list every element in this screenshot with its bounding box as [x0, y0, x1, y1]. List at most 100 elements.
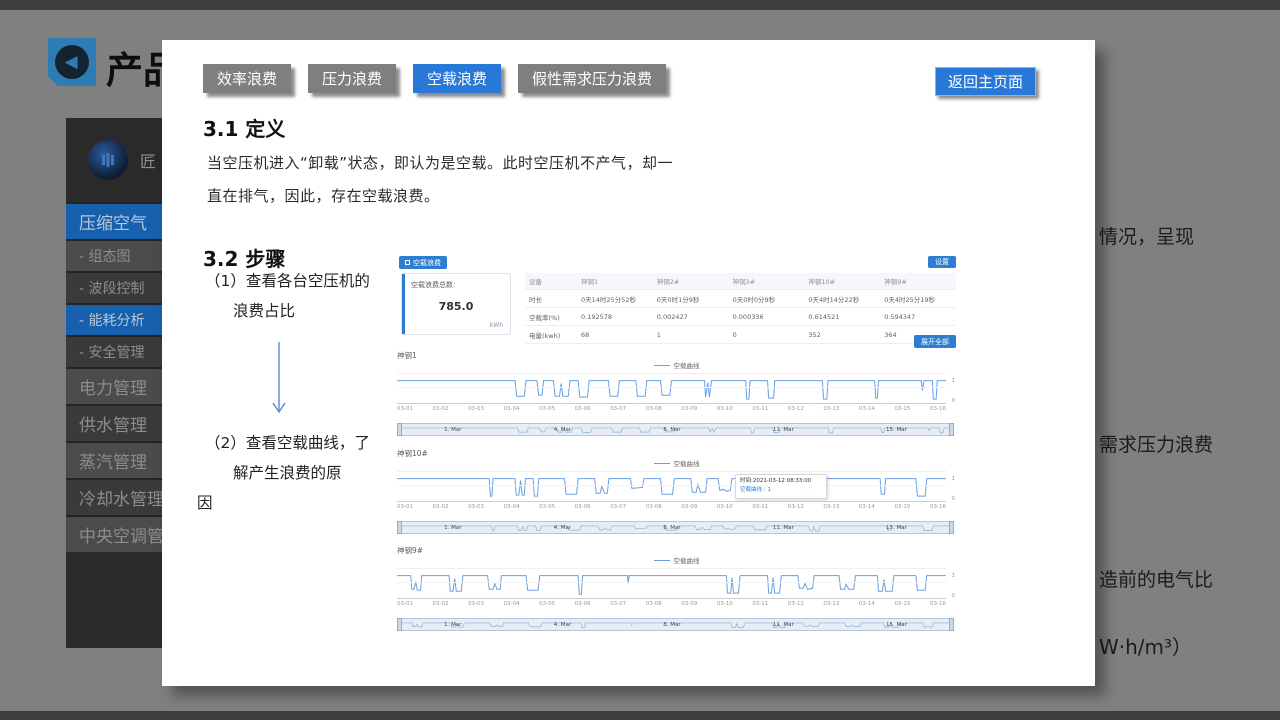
sidebar-item-safety-management[interactable]: - 安全管理 [66, 335, 162, 367]
table-cell: 时长 [525, 290, 577, 308]
navigator-date-label: 15. Mar [886, 525, 907, 531]
section-heading-definition: 3.1 定义 [203, 113, 285, 142]
sidebar-item-steam-management[interactable]: 蒸汽管理 [66, 441, 162, 478]
table-cell: 0.614521 [804, 308, 880, 326]
x-tick-label: 03-15 [894, 601, 910, 609]
sidebar-item-band-control[interactable]: - 波段控制 [66, 271, 162, 303]
x-tick-label: 03-01 [397, 406, 413, 414]
sidebar-item-energy-analysis[interactable]: - 能耗分析 [66, 303, 162, 335]
table-cell: 0天14时25分52秒 [577, 290, 653, 308]
sidebar-logo-text: 匠 [140, 148, 156, 172]
x-tick-label: 03-03 [468, 504, 484, 512]
x-tick-label: 03-11 [752, 406, 768, 414]
dashboard-screenshot: 空载浪费 设置 空载浪费总数: 785.0 kWh 设备神钢1神钢2#神钢3#神… [397, 255, 956, 628]
chart-tooltip: 时间:2021-03-12 08:33:00 空载曲线 : 1 [735, 474, 827, 499]
navigator-handle-right[interactable] [949, 423, 954, 436]
x-tick-label: 03-15 [894, 406, 910, 414]
x-tick-label: 03-04 [504, 504, 520, 512]
x-tick-label: 03-12 [788, 504, 804, 512]
background-text-fragment: W·h/m³） [1099, 631, 1192, 660]
navigator-date-label: 11. Mar [773, 525, 794, 531]
navigator-date-label: 1. Mar [444, 525, 461, 531]
definition-text-line1: 当空压机进入“卸载”状态，即认为是空载。此时空压机不产气，却一 [207, 152, 673, 173]
navigator-date-label: 11. Mar [773, 622, 794, 628]
expand-all-button[interactable]: 展开全部 [914, 335, 956, 348]
table-cell: 0.192578 [577, 308, 653, 326]
settings-button[interactable]: 设置 [928, 256, 956, 268]
chart-title: 神钢9# [397, 545, 956, 555]
navigator-handle-right[interactable] [949, 521, 954, 534]
x-tick-label: 03-07 [610, 504, 626, 512]
x-tick-label: 03-02 [433, 601, 449, 609]
navigator-labels: 1. Mar4. Mar8. Mar11. Mar15. Mar [398, 522, 953, 533]
chart-plot-area[interactable]: 10 [397, 565, 946, 599]
x-tick-label: 03-06 [575, 601, 591, 609]
device-table: 设备神钢1神钢2#神钢3#神钢10#神钢9#时长0天14时25分52秒0天0时1… [525, 273, 956, 344]
tab-false-demand-pressure-waste[interactable]: 假性需求压力浪费 [518, 64, 666, 93]
sidebar-item-central-ac[interactable]: 中央空调管理 [66, 515, 162, 552]
chart-legend[interactable]: 空载曲线 [397, 458, 956, 468]
chart-legend[interactable]: 空载曲线 [397, 555, 956, 565]
background-text-fragment: 需求压力浪费 [1099, 430, 1213, 457]
bottom-band [0, 711, 1280, 720]
tab-efficiency-waste[interactable]: 效率浪费 [203, 64, 291, 93]
summary-card-label: 空载浪费总数: [411, 280, 455, 290]
navigator-handle-left[interactable] [397, 521, 402, 534]
table-cell: 0天4时14分22秒 [804, 290, 880, 308]
x-tick-label: 03-09 [681, 601, 697, 609]
x-tick-label: 03-06 [575, 504, 591, 512]
sidebar-item-cooling-water[interactable]: 冷却水管理 [66, 478, 162, 515]
chart-navigator[interactable]: 1. Mar4. Mar8. Mar11. Mar15. Mar [397, 423, 954, 436]
sidebar-logo: 匠 [66, 118, 162, 202]
chart-navigator[interactable]: 1. Mar4. Mar8. Mar11. Mar15. Mar [397, 521, 954, 534]
chart-title: 神钢10# [397, 448, 956, 458]
sidebar-item-config-diagram[interactable]: - 组态图 [66, 239, 162, 271]
table-cell: 0天0时0分9秒 [729, 290, 805, 308]
chart-legend[interactable]: 空载曲线 [397, 360, 956, 370]
x-tick-label: 03-01 [397, 504, 413, 512]
logo-icon [88, 140, 128, 180]
chart-block-shengang10: 神钢10# 空载曲线 10 03-0103-0203-0303-0403-050… [397, 448, 956, 534]
table-cell: 352 [804, 326, 880, 344]
return-main-page-button[interactable]: 返回主页面 [935, 67, 1036, 96]
x-tick-label: 03-07 [610, 601, 626, 609]
logo-glyph [100, 152, 116, 168]
x-tick-label: 03-11 [752, 601, 768, 609]
dashboard-title-chip: 空载浪费 [399, 256, 447, 269]
navigator-date-label: 8. Mar [663, 525, 680, 531]
tab-unload-waste[interactable]: 空载浪费 [413, 64, 501, 93]
x-tick-label: 03-02 [433, 504, 449, 512]
x-tick-label: 03-12 [788, 406, 804, 414]
chart-title: 神钢1 [397, 350, 956, 360]
chart-navigator[interactable]: 1. Mar4. Mar8. Mar11. Mar15. Mar [397, 618, 954, 631]
chart-plot-area[interactable]: 10 [397, 468, 946, 502]
chart-block-shengang1: 神钢1 空载曲线 10 03-0103-0203-0303-0403-0503-… [397, 350, 956, 436]
x-tick-label: 03-10 [717, 601, 733, 609]
step1-text-line2: 浪费占比 [233, 299, 295, 321]
x-tick-label: 03-03 [468, 406, 484, 414]
navigator-date-label: 1. Mar [444, 427, 461, 433]
x-tick-label: 03-02 [433, 406, 449, 414]
navigator-date-label: 4. Mar [554, 427, 571, 433]
sidebar-menu: 压缩空气- 组态图- 波段控制- 能耗分析- 安全管理电力管理供水管理蒸汽管理冷… [66, 202, 162, 552]
navigator-handle-left[interactable] [397, 618, 402, 631]
table-cell: 0.002427 [653, 308, 729, 326]
sidebar-item-water-supply[interactable]: 供水管理 [66, 404, 162, 441]
table-cell: 0 [729, 326, 805, 344]
back-button[interactable]: ◀ [48, 38, 96, 86]
table-header-cell: 神钢1 [577, 273, 653, 290]
sidebar-item-compressed-air[interactable]: 压缩空气 [66, 202, 162, 239]
section-heading-steps: 3.2 步骤 [203, 243, 285, 272]
sidebar-item-power-management[interactable]: 电力管理 [66, 367, 162, 404]
navigator-handle-right[interactable] [949, 618, 954, 631]
table-row: 空载率(%)0.1925780.0024270.0003360.6145210.… [525, 308, 956, 326]
navigator-labels: 1. Mar4. Mar8. Mar11. Mar15. Mar [398, 424, 953, 435]
navigator-handle-left[interactable] [397, 423, 402, 436]
tab-pressure-waste[interactable]: 压力浪费 [308, 64, 396, 93]
down-arrow-icon [270, 340, 288, 420]
step2-text-line1: （2）查看空载曲线，了 [205, 431, 370, 453]
legend-line-icon [654, 365, 670, 366]
table-cell: 0.594347 [880, 308, 956, 326]
chart-plot-area[interactable]: 10 [397, 370, 946, 404]
table-cell: 电量(kwh) [525, 326, 577, 344]
